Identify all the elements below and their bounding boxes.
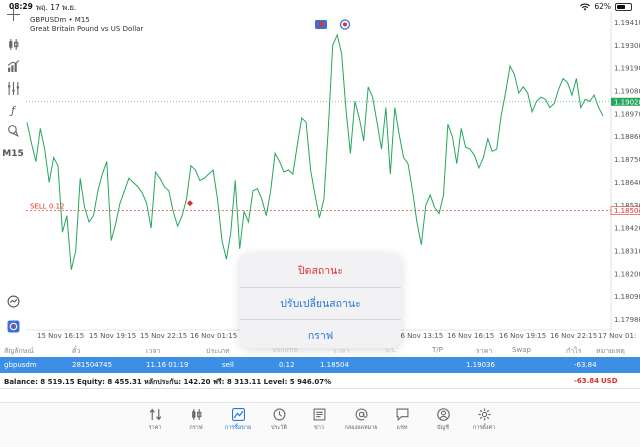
chart-menu-item[interactable]: กราฟ [240, 319, 401, 348]
timeframe-button[interactable]: M15 [2, 146, 24, 162]
price-tick-label: 1.19300 [614, 42, 640, 50]
chart-toolbar: ƒ M15 [0, 7, 26, 339]
account-summary: Balance: 8 519.15 Equity: 8 455.31 หลักป… [0, 373, 640, 389]
price-tick-label: 1.18970 [614, 110, 640, 118]
svg-text:1.19028: 1.19028 [614, 98, 640, 106]
nav-account[interactable]: บัญชี [423, 408, 463, 432]
quotes-icon [149, 408, 161, 421]
chat-icon [396, 408, 408, 421]
col-comment: หมายเหตุ [596, 347, 625, 355]
price-axis: 1.19410 1.19300 1.19190 1.19080 1.18970 1.188… [614, 19, 640, 324]
account-icon [436, 408, 450, 421]
position-symbol: gbpusdm [4, 361, 37, 369]
time-tick-label: 16 Nov 01:15 [190, 332, 237, 340]
trade-panel-icon[interactable] [4, 318, 22, 334]
price-tick-label: 1.18200 [614, 270, 640, 278]
bottom-navigation: ราคา กราฟ การซื้อขาย ประวัติ ข่าว กล่องจ… [0, 402, 640, 447]
price-tick-label: 1.18420 [614, 225, 640, 233]
price-tick-label: 1.19410 [614, 19, 640, 27]
position-context-menu: ปิดสถานะ ปรับเปลี่ยนสถานะ กราฟ [240, 253, 401, 348]
price-tick-label: 1.18310 [614, 248, 640, 256]
nav-chat[interactable]: แชท [382, 408, 422, 432]
col-profit: กำไร [566, 347, 582, 355]
mailbox-icon [355, 408, 367, 421]
time-tick-label: 15 Nov 16:15 [37, 332, 84, 340]
nav-settings[interactable]: การตั้งค่า [464, 408, 504, 432]
trade-icon [231, 408, 245, 421]
col-tp: T/P [432, 346, 443, 354]
price-tick-label: 1.18860 [614, 133, 640, 141]
price-tick-label: 1.19080 [614, 87, 640, 95]
position-type: sell [222, 361, 234, 369]
account-currency: USD [601, 377, 618, 385]
news-icon [313, 408, 325, 421]
account-balance-text: Balance: 8 519.15 Equity: 8 455.31 หลักป… [4, 378, 332, 386]
connection-status-icon[interactable] [339, 19, 351, 30]
nav-mailbox[interactable]: กล่องจดหมาย [341, 408, 381, 432]
price-tick-label: 1.18640 [614, 179, 640, 187]
time-tick-label: 15 Nov 19:15 [89, 332, 136, 340]
one-click-trading-icon[interactable] [315, 20, 327, 29]
settings-sliders-icon[interactable] [4, 80, 22, 96]
price-tick-label: 1.18750 [614, 156, 640, 164]
position-current-price: 1.19036 [466, 361, 495, 369]
col-price: ราคา [476, 347, 493, 355]
position-time: 11.16 01:19 [146, 361, 189, 369]
nav-chart[interactable]: กราฟ [176, 408, 216, 432]
total-profit: -63.84 [574, 377, 600, 385]
close-position-menu-item[interactable]: ปิดสถานะ [240, 255, 401, 286]
time-tick-label: 17 Nov 01: [598, 332, 636, 340]
indicators-icon[interactable] [4, 58, 22, 74]
time-tick-label: 16 Nov 13:15 [396, 332, 443, 340]
chart-icon [191, 409, 201, 420]
chart-description: Great Britain Pound vs US Dollar [30, 25, 143, 33]
current-price-tag: 1.19028 [611, 97, 640, 106]
nav-news[interactable]: ข่าว [299, 408, 339, 432]
col-time: เวลา [146, 347, 161, 355]
position-ticket: 281504745 [72, 361, 113, 369]
col-swap: Swap [512, 346, 531, 354]
price-tick-label: 1.19190 [614, 65, 640, 73]
position-profit: -63.84 [574, 361, 597, 369]
nav-trade[interactable]: การซื้อขาย [218, 408, 258, 432]
time-tick-label: 16 Nov 22:15 [550, 332, 597, 340]
nav-quotes[interactable]: ราคา [135, 408, 175, 432]
time-tick-label: 16 Nov 19:15 [499, 332, 546, 340]
col-type: ประเภท [206, 347, 230, 355]
position-open-price: 1.18504 [320, 361, 349, 369]
zoom-icon[interactable] [4, 293, 22, 309]
sell-entry-marker [187, 200, 193, 207]
position-volume: 0.12 [279, 361, 295, 369]
crosshair-icon[interactable] [4, 6, 22, 22]
history-icon [273, 408, 285, 421]
sell-price-tag: 1.18504 [610, 206, 640, 215]
price-series-line [26, 33, 604, 270]
modify-position-menu-item[interactable]: ปรับเปลี่ยนสถานะ [240, 287, 401, 318]
function-icon[interactable]: ƒ [4, 102, 22, 118]
candlesticks-icon[interactable] [4, 36, 22, 52]
col-ticket: ตั๋ว [72, 347, 81, 355]
col-symbol: สัญลักษณ์ [4, 347, 34, 355]
objects-icon[interactable] [4, 122, 22, 138]
sell-order-label[interactable]: SELL 0.12 [30, 203, 64, 211]
time-tick-label: 16 Nov 16:15 [447, 332, 494, 340]
price-tick-label: 1.18090 [614, 293, 640, 301]
price-tick-label: 1.17980 [614, 316, 640, 324]
chart-symbol: GBPUSDm • M15 [30, 16, 90, 24]
position-row[interactable]: gbpusdm 281504745 11.16 01:19 sell 0.12 … [0, 357, 640, 373]
svg-text:1.18504: 1.18504 [614, 207, 640, 215]
time-tick-label: 15 Nov 22:15 [140, 332, 187, 340]
nav-history[interactable]: ประวัติ [259, 408, 299, 432]
settings-icon [478, 408, 490, 421]
